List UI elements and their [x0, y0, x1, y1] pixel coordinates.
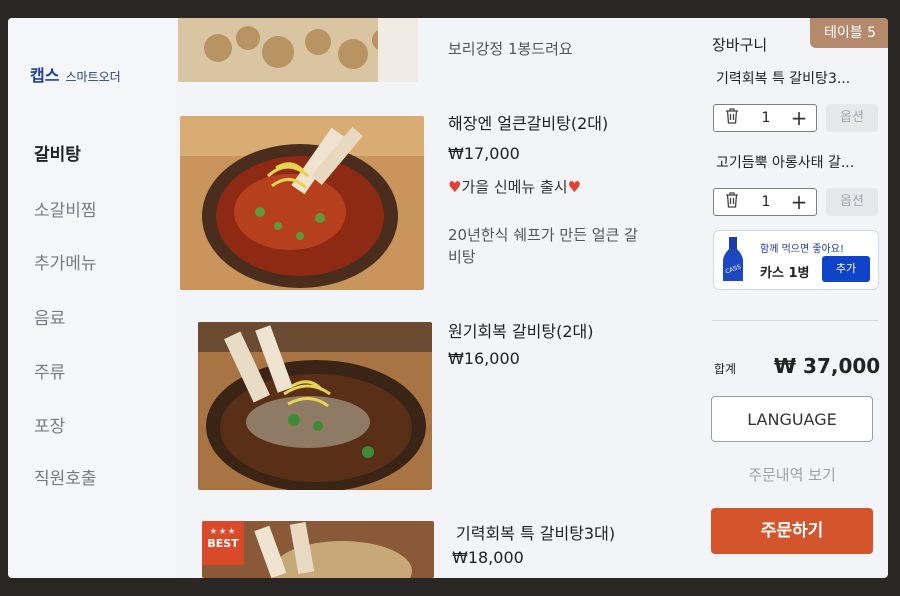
- menu-item-photo[interactable]: [198, 322, 432, 490]
- galbitang-photo-icon: [198, 322, 432, 490]
- best-badge: ★★★ BEST: [202, 521, 244, 565]
- upsell-headline: 함께 먹으면 좋아요!: [760, 244, 844, 255]
- quantity-value: 1: [761, 110, 771, 126]
- beer-bottle-icon: CASS: [723, 237, 743, 281]
- add-beer-button[interactable]: 추가: [822, 256, 870, 282]
- plus-icon[interactable]: +: [782, 108, 816, 128]
- menu-item-photo[interactable]: [180, 116, 424, 290]
- menu-item-price: ₩18,000: [452, 548, 524, 567]
- kiosk-screen: 캡스 스마트오더 갈비탕 소갈비찜 추가메뉴 음료 주류 포장 직원호출 보리강…: [8, 18, 888, 578]
- menu-item-price: ₩16,000: [448, 349, 520, 368]
- quantity-stepper: 1 +: [713, 104, 817, 132]
- menu-item-name[interactable]: 원기회복 갈비탕(2대): [448, 318, 594, 342]
- menu-item-promo: ♥가을 신메뉴 출시♥: [448, 176, 581, 197]
- total-label: 합계: [714, 362, 737, 376]
- cart-item-name: 기력회복 특 갈비탕3...: [716, 71, 851, 87]
- heart-icon: ♥: [567, 178, 582, 196]
- option-button[interactable]: 옵션: [826, 104, 878, 132]
- category-extra-menu[interactable]: 추가메뉴: [34, 249, 97, 274]
- quantity-stepper: 1 +: [713, 188, 817, 216]
- menu-item-photo[interactable]: ★★★ BEST: [202, 521, 434, 578]
- option-button[interactable]: 옵션: [826, 188, 878, 216]
- category-galbitang[interactable]: 갈비탕: [34, 140, 81, 165]
- category-drinks[interactable]: 음료: [34, 304, 65, 329]
- menu-list: 보리강정 1봉드려요 해장엔 얼큰갈비탕(2대) ₩17,000 ♥가을 신메뉴…: [176, 18, 696, 578]
- trash-icon[interactable]: [714, 192, 750, 212]
- snack-photo-icon: [178, 18, 418, 82]
- menu-item-price: ₩17,000: [448, 144, 520, 163]
- menu-item-name[interactable]: 해장엔 얼큰갈비탕(2대): [448, 110, 608, 134]
- trash-icon[interactable]: [714, 108, 750, 128]
- table-number-tab: 테이블 5: [810, 18, 888, 48]
- menu-item-name[interactable]: 기력회복 특 갈비탕3대): [456, 520, 615, 544]
- heart-icon: ♥: [448, 178, 462, 196]
- cart-panel: 테이블 5 장바구니 기력회복 특 갈비탕3... 1 + 옵션 고기듬뿍 아롱…: [698, 18, 888, 578]
- cart-title: 장바구니: [712, 36, 768, 54]
- category-alcohol[interactable]: 주류: [34, 358, 65, 383]
- menu-item-description: 20년한식 쉐프가 만든 얼큰 갈비탕: [448, 226, 638, 266]
- brand-name: 캡스: [30, 66, 60, 85]
- brand-subtitle: 스마트오더: [65, 70, 121, 84]
- upsell-card: CASS 함께 먹으면 좋아요! 카스 1병 추가: [713, 230, 879, 290]
- plus-icon[interactable]: +: [782, 192, 816, 212]
- upsell-product: 카스 1병: [760, 266, 810, 281]
- menu-item-promo-text: 가을 신메뉴 출시: [461, 178, 568, 196]
- category-sogalbijjim[interactable]: 소갈비찜: [34, 196, 97, 221]
- category-takeout[interactable]: 포장: [34, 412, 65, 437]
- quantity-value: 1: [761, 194, 771, 210]
- language-button[interactable]: LANGUAGE: [711, 396, 873, 442]
- menu-item-photo[interactable]: [178, 18, 418, 82]
- order-history-button[interactable]: 주문내역 보기: [711, 452, 873, 498]
- place-order-button[interactable]: 주문하기: [711, 508, 873, 554]
- category-sidebar: 캡스 스마트오더 갈비탕 소갈비찜 추가메뉴 음료 주류 포장 직원호출: [8, 18, 176, 578]
- divider: [712, 320, 878, 321]
- cart-item-name: 고기듬뿍 아롱사태 갈...: [716, 155, 855, 171]
- category-call-staff[interactable]: 직원호출: [34, 464, 97, 489]
- brand-logo: 캡스 스마트오더: [30, 62, 121, 86]
- menu-item-description: 보리강정 1봉드려요: [448, 40, 573, 58]
- total-value: ₩ 37,000: [774, 354, 881, 378]
- spicy-galbitang-photo-icon: [180, 116, 424, 290]
